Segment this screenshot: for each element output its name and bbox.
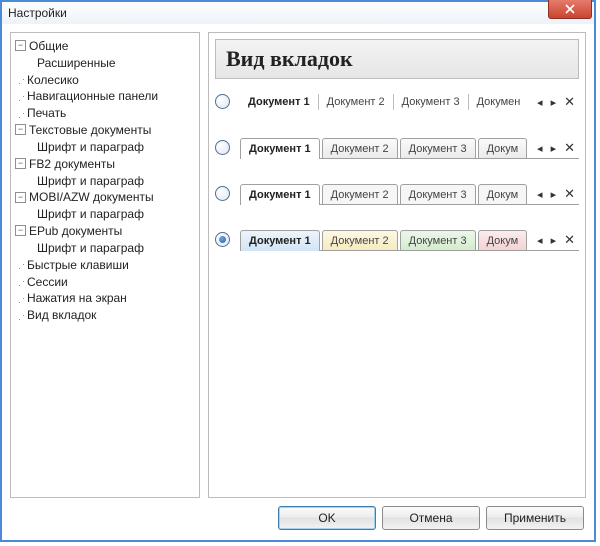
preview-tab: Документ 2 xyxy=(322,138,398,159)
scroll-left-icon[interactable]: ◂ xyxy=(533,188,547,201)
style-option-3: Документ 1 Документ 2 Документ 3 Докум ◂… xyxy=(215,181,579,205)
tree-item-taps[interactable]: Нажатия на экран xyxy=(27,291,127,305)
scroll-left-icon[interactable]: ◂ xyxy=(533,142,547,155)
tab-controls: ◂ ▸ ✕ xyxy=(533,183,579,205)
tree-item-font-paragraph[interactable]: Шрифт и параграф xyxy=(37,140,144,154)
tree-item-text-docs[interactable]: Текстовые документы xyxy=(29,123,151,137)
tree-item-font-paragraph[interactable]: Шрифт и параграф xyxy=(37,173,144,187)
close-tab-icon[interactable]: ✕ xyxy=(560,232,579,248)
tab-preview-2: Документ 1 Документ 2 Документ 3 Докум ◂… xyxy=(240,135,579,159)
preview-tab: Документ 3 xyxy=(400,138,476,159)
style-option-2: Документ 1 Документ 2 Документ 3 Докум ◂… xyxy=(215,135,579,159)
scroll-right-icon[interactable]: ▸ xyxy=(547,234,561,247)
expander-icon[interactable]: − xyxy=(15,158,26,169)
tab-controls: ◂ ▸ ✕ xyxy=(533,229,579,251)
style-option-4: Документ 1 Документ 2 Документ 3 Докум ◂… xyxy=(215,227,579,251)
tree-item-tab-style[interactable]: Вид вкладок xyxy=(27,308,96,322)
expander-icon[interactable]: − xyxy=(15,40,26,51)
preview-tab: Документ 1 xyxy=(240,184,320,205)
tree-item-font-paragraph[interactable]: Шрифт и параграф xyxy=(37,207,144,221)
close-tab-icon[interactable]: ✕ xyxy=(560,186,579,202)
tree-item-hotkeys[interactable]: Быстрые клавиши xyxy=(27,258,129,272)
style-radio-4[interactable] xyxy=(215,232,230,247)
preview-tab: Документ 1 xyxy=(240,94,318,110)
tab-controls: ◂ ▸ ✕ xyxy=(533,137,579,159)
scroll-right-icon[interactable]: ▸ xyxy=(547,96,561,109)
preview-tab: Докум xyxy=(478,230,528,251)
tree-item-wheel[interactable]: Колесико xyxy=(27,72,79,86)
preview-tab: Документ 3 xyxy=(393,94,468,110)
scroll-left-icon[interactable]: ◂ xyxy=(533,234,547,247)
preview-tab: Докум xyxy=(478,138,528,159)
tab-preview-1: Документ 1 Документ 2 Документ 3 Докумен… xyxy=(240,89,579,113)
close-tab-icon[interactable]: ✕ xyxy=(560,94,579,110)
preview-tab: Докумен xyxy=(468,94,529,110)
tree-item-print[interactable]: Печать xyxy=(27,106,66,120)
panel-title: Вид вкладок xyxy=(226,46,568,72)
dialog-top: −Общие Расширенные Колесико Навигационны… xyxy=(10,32,586,498)
style-radio-2[interactable] xyxy=(215,140,230,155)
preview-tab: Документ 2 xyxy=(322,184,398,205)
dialog-body: −Общие Расширенные Колесико Навигационны… xyxy=(2,24,594,540)
tree-item-font-paragraph[interactable]: Шрифт и параграф xyxy=(37,241,144,255)
tree-item-epub-docs[interactable]: EPub документы xyxy=(29,224,122,238)
preview-tab: Документ 3 xyxy=(400,230,476,251)
tab-style-options: Документ 1 Документ 2 Документ 3 Докумен… xyxy=(209,85,585,255)
category-tree: −Общие Расширенные Колесико Навигационны… xyxy=(10,32,200,498)
scroll-right-icon[interactable]: ▸ xyxy=(547,142,561,155)
scroll-left-icon[interactable]: ◂ xyxy=(533,96,547,109)
close-tab-icon[interactable]: ✕ xyxy=(560,140,579,156)
title-bar: Настройки xyxy=(2,2,594,24)
preview-tab: Докум xyxy=(478,184,528,205)
cancel-button[interactable]: Отмена xyxy=(382,506,480,530)
ok-button[interactable]: OK xyxy=(278,506,376,530)
tree-item-advanced[interactable]: Расширенные xyxy=(37,56,116,70)
tab-preview-3: Документ 1 Документ 2 Документ 3 Докум ◂… xyxy=(240,181,579,205)
style-option-1: Документ 1 Документ 2 Документ 3 Докумен… xyxy=(215,89,579,113)
preview-tab: Документ 1 xyxy=(240,138,320,159)
expander-icon[interactable]: − xyxy=(15,124,26,135)
preview-tab: Документ 2 xyxy=(322,230,398,251)
style-radio-3[interactable] xyxy=(215,186,230,201)
preview-tab: Документ 1 xyxy=(240,230,320,251)
preview-tab: Документ 3 xyxy=(400,184,476,205)
window-title: Настройки xyxy=(8,6,67,20)
preview-tab: Документ 2 xyxy=(318,94,393,110)
window-close-button[interactable] xyxy=(548,0,592,19)
tree-item-sessions[interactable]: Сессии xyxy=(27,274,68,288)
tree-item-fb2-docs[interactable]: FB2 документы xyxy=(29,157,115,171)
tree-item-general[interactable]: Общие xyxy=(29,39,68,53)
tab-preview-4: Документ 1 Документ 2 Документ 3 Докум ◂… xyxy=(240,227,579,251)
close-icon xyxy=(565,4,575,14)
expander-icon[interactable]: − xyxy=(15,225,26,236)
tree-item-mobi-docs[interactable]: MOBI/AZW документы xyxy=(29,190,154,204)
scroll-right-icon[interactable]: ▸ xyxy=(547,188,561,201)
dialog-buttons: OK Отмена Применить xyxy=(10,506,586,532)
content-panel: Вид вкладок Документ 1 Документ 2 Докуме… xyxy=(208,32,586,498)
tab-controls: ◂ ▸ ✕ xyxy=(533,91,579,113)
settings-window: Настройки −Общие Расширенные Колесико На… xyxy=(0,0,596,542)
apply-button[interactable]: Применить xyxy=(486,506,584,530)
style-radio-1[interactable] xyxy=(215,94,230,109)
tree-item-nav-panels[interactable]: Навигационные панели xyxy=(27,89,158,103)
expander-icon[interactable]: − xyxy=(15,192,26,203)
panel-heading: Вид вкладок xyxy=(215,39,579,79)
